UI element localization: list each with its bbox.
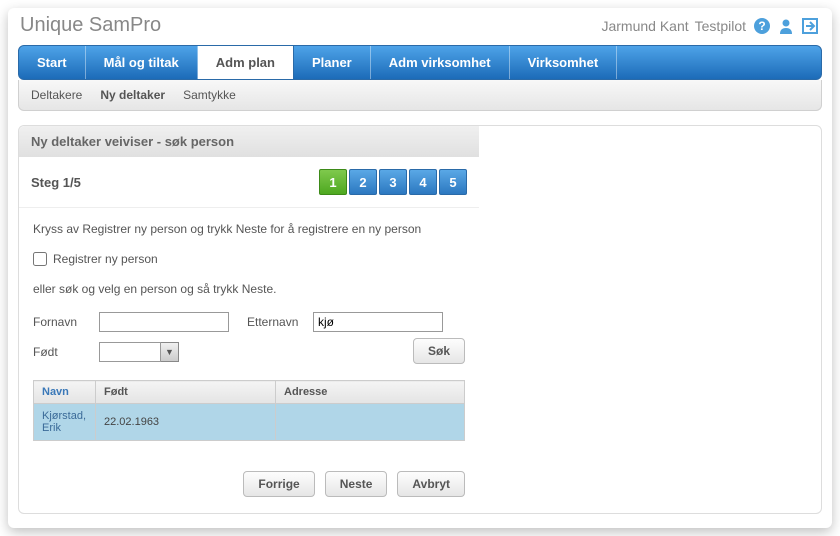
cancel-button[interactable]: Avbryt [397,471,465,497]
instruction-2: eller søk og velg en person og så trykk … [33,282,465,296]
name-row: Fornavn Etternavn [33,312,465,332]
fodt-dropdown-button[interactable]: ▼ [161,342,179,362]
help-icon[interactable]: ? [752,16,772,36]
logout-icon[interactable] [800,16,820,36]
step-label: Steg 1/5 [31,175,81,190]
wizard-panel: Ny deltaker veiviser - søk person Steg 1… [18,125,822,514]
tab-start[interactable]: Start [19,46,86,79]
svg-text:?: ? [758,19,765,33]
cell-fodt: 22.02.1963 [96,404,276,441]
header: Unique SamPro Jarmund Kant Testpilot ? [8,8,832,45]
fodt-input[interactable] [99,342,161,362]
results-table: Navn Født Adresse Kjørstad, Erik 22.02.1… [33,380,465,441]
search-row: Søk [33,338,465,364]
step-5[interactable]: 5 [439,169,467,195]
etternavn-input[interactable] [313,312,443,332]
col-navn[interactable]: Navn [34,381,96,404]
fornavn-label: Fornavn [33,315,91,329]
app-title: Unique SamPro [20,14,161,37]
col-fodt[interactable]: Født [96,381,276,404]
header-right: Jarmund Kant Testpilot ? [601,16,820,36]
subtab-ny-deltaker[interactable]: Ny deltaker [100,88,165,102]
sub-tabs: Deltakere Ny deltaker Samtykke [18,80,822,111]
mode-label: Testpilot [695,18,746,34]
instruction-1: Kryss av Registrer ny person og trykk Ne… [33,222,465,236]
next-button[interactable]: Neste [325,471,388,497]
fodt-select: ▼ [99,342,179,362]
app-window: Unique SamPro Jarmund Kant Testpilot ? S… [8,8,832,528]
wizard-title: Ny deltaker veiviser - søk person [19,126,479,157]
col-adresse[interactable]: Adresse [276,381,465,404]
register-checkbox-label: Registrer ny person [53,252,158,266]
wizard-header: Ny deltaker veiviser - søk person [19,126,479,157]
search-button[interactable]: Søk [413,338,465,364]
tab-planer[interactable]: Planer [294,46,371,79]
tab-virksomhet[interactable]: Virksomhet [510,46,618,79]
register-new-checkbox[interactable] [33,252,47,266]
cell-adresse [276,404,465,441]
step-3[interactable]: 3 [379,169,407,195]
register-checkbox-row: Registrer ny person [33,252,465,266]
step-4[interactable]: 4 [409,169,437,195]
cell-navn: Kjørstad, Erik [34,404,96,441]
etternavn-label: Etternavn [247,315,305,329]
table-row[interactable]: Kjørstad, Erik 22.02.1963 [34,404,465,441]
user-icon[interactable] [776,16,796,36]
fodt-label: Født [33,345,91,359]
tab-mal-og-tiltak[interactable]: Mål og tiltak [86,46,198,79]
step-indicator-row: Steg 1/5 1 2 3 4 5 [19,157,479,208]
step-boxes: 1 2 3 4 5 [319,169,467,195]
wizard-buttons: Forrige Neste Avbryt [19,455,479,513]
table-header-row: Navn Født Adresse [34,381,465,404]
user-name: Jarmund Kant [601,18,688,34]
wizard-body: Kryss av Registrer ny person og trykk Ne… [19,208,479,455]
step-1[interactable]: 1 [319,169,347,195]
tab-adm-plan[interactable]: Adm plan [198,46,294,79]
main-tabs: Start Mål og tiltak Adm plan Planer Adm … [18,45,822,80]
prev-button[interactable]: Forrige [243,471,314,497]
tab-adm-virksomhet[interactable]: Adm virksomhet [371,46,510,79]
step-2[interactable]: 2 [349,169,377,195]
subtab-samtykke[interactable]: Samtykke [183,88,236,102]
fornavn-input[interactable] [99,312,229,332]
subtab-deltakere[interactable]: Deltakere [31,88,82,102]
chevron-down-icon: ▼ [165,347,174,357]
